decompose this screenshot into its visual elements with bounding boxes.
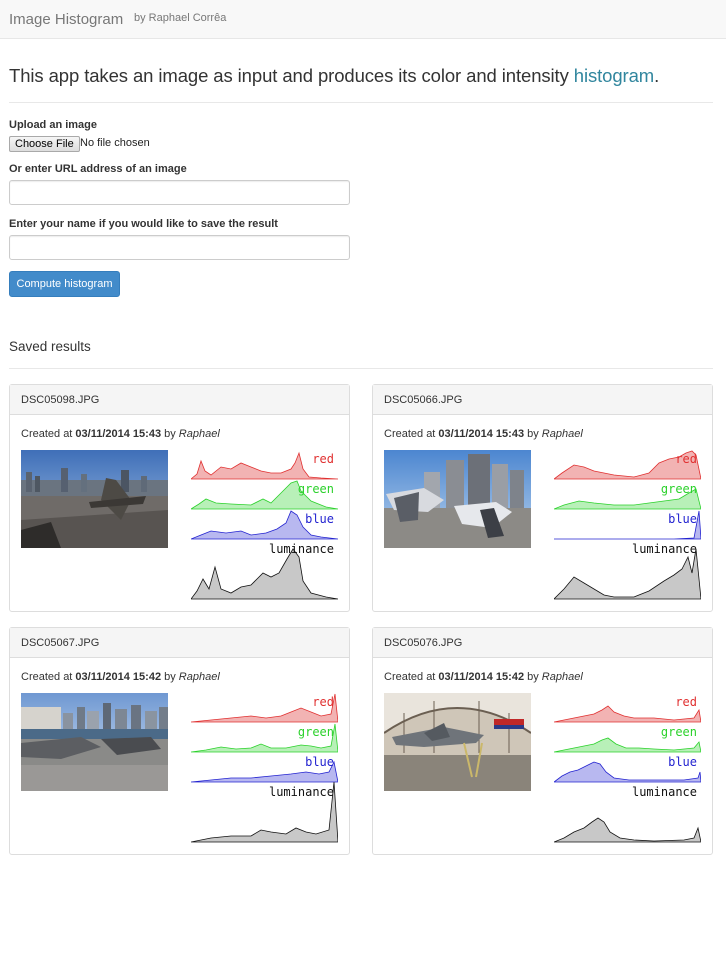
red-label: red xyxy=(675,695,697,709)
blue-label: blue xyxy=(668,755,697,769)
divider xyxy=(9,102,713,103)
intro-text: This app takes an image as input and pro… xyxy=(9,65,659,87)
histogram-chart: red green blue luminance xyxy=(191,693,338,843)
luminance-label: luminance xyxy=(632,542,697,556)
blue-label: blue xyxy=(305,512,334,526)
green-label: green xyxy=(661,482,697,496)
name-input[interactable] xyxy=(9,235,350,260)
upload-label: Upload an image xyxy=(9,119,98,131)
luminance-label: luminance xyxy=(632,785,697,799)
divider xyxy=(9,368,713,369)
brand-link[interactable]: Image Histogram xyxy=(9,11,123,28)
green-label: green xyxy=(298,725,334,739)
intro-sentence: This app takes an image as input and pro… xyxy=(9,65,574,86)
luminance-label: luminance xyxy=(269,542,334,556)
created-prefix: Created at xyxy=(21,671,76,683)
created-by: by xyxy=(161,428,179,440)
name-label: Enter your name if you would like to sav… xyxy=(9,218,278,230)
result-panel: DSC05067.JPG Created at 03/11/2014 15:42… xyxy=(9,627,350,855)
created-author: Raphael xyxy=(178,671,220,683)
saved-results-heading: Saved results xyxy=(9,339,91,354)
result-filename: DSC05066.JPG xyxy=(373,385,712,415)
created-date: 03/11/2014 15:43 xyxy=(438,428,525,440)
choose-file-button[interactable]: Choose File xyxy=(9,136,80,152)
luminance-label: luminance xyxy=(269,785,334,799)
red-label: red xyxy=(312,452,334,466)
url-label: Or enter URL address of an image xyxy=(9,163,187,175)
luminance-histogram xyxy=(554,817,701,843)
histogram-chart: red green blue luminance xyxy=(554,695,701,843)
luminance-histogram xyxy=(191,548,338,600)
created-by: by xyxy=(161,671,179,683)
histogram-chart: red green blue luminance xyxy=(191,451,338,600)
created-date: 03/11/2014 15:42 xyxy=(438,671,525,683)
created-prefix: Created at xyxy=(21,428,76,440)
created-by: by xyxy=(524,671,542,683)
result-thumbnail[interactable] xyxy=(21,450,168,548)
harbor-skyline-photo xyxy=(21,693,168,791)
blue-label: blue xyxy=(668,512,697,526)
result-thumbnail[interactable] xyxy=(384,450,531,548)
result-created: Created at 03/11/2014 15:43 by Raphael xyxy=(21,428,220,440)
result-filename: DSC05098.JPG xyxy=(10,385,349,415)
green-label: green xyxy=(298,482,334,496)
red-label: red xyxy=(675,452,697,466)
created-author: Raphael xyxy=(541,671,583,683)
created-prefix: Created at xyxy=(384,428,439,440)
result-panel: DSC05076.JPG Created at 03/11/2014 15:42… xyxy=(372,627,713,855)
result-created: Created at 03/11/2014 15:42 by Raphael xyxy=(21,671,220,683)
created-author: Raphael xyxy=(541,428,583,440)
hangar-jet-photo xyxy=(384,693,531,791)
created-date: 03/11/2014 15:42 xyxy=(75,671,162,683)
result-thumbnail[interactable] xyxy=(21,693,168,791)
result-filename: DSC05076.JPG xyxy=(373,628,712,658)
green-label: green xyxy=(661,725,697,739)
result-created: Created at 03/11/2014 15:43 by Raphael xyxy=(384,428,583,440)
histogram-link[interactable]: histogram xyxy=(574,65,654,86)
result-created: Created at 03/11/2014 15:42 by Raphael xyxy=(384,671,583,683)
red-label: red xyxy=(312,695,334,709)
aircraft-carrier-deck-photo xyxy=(21,450,168,548)
navbar: Image Histogram by Raphael Corrêa xyxy=(0,0,726,39)
jets-and-skyscrapers-photo xyxy=(384,450,531,548)
created-prefix: Created at xyxy=(384,671,439,683)
luminance-histogram xyxy=(554,548,701,600)
created-by: by xyxy=(524,428,542,440)
created-date: 03/11/2014 15:43 xyxy=(75,428,162,440)
result-panel: DSC05098.JPG Created at 03/11/2014 15:43… xyxy=(9,384,350,612)
green-histogram xyxy=(554,737,701,753)
result-thumbnail[interactable] xyxy=(384,693,531,791)
url-input[interactable] xyxy=(9,180,350,205)
result-panel: DSC05066.JPG Created at 03/11/2014 15:43… xyxy=(372,384,713,612)
created-author: Raphael xyxy=(178,428,220,440)
author-byline: by Raphael Corrêa xyxy=(134,12,227,24)
result-filename: DSC05067.JPG xyxy=(10,628,349,658)
compute-histogram-button[interactable]: Compute histogram xyxy=(9,271,120,297)
histogram-chart: red green blue luminance xyxy=(554,450,701,600)
intro-period: . xyxy=(654,65,660,86)
blue-label: blue xyxy=(305,755,334,769)
file-status: No file chosen xyxy=(80,137,150,149)
